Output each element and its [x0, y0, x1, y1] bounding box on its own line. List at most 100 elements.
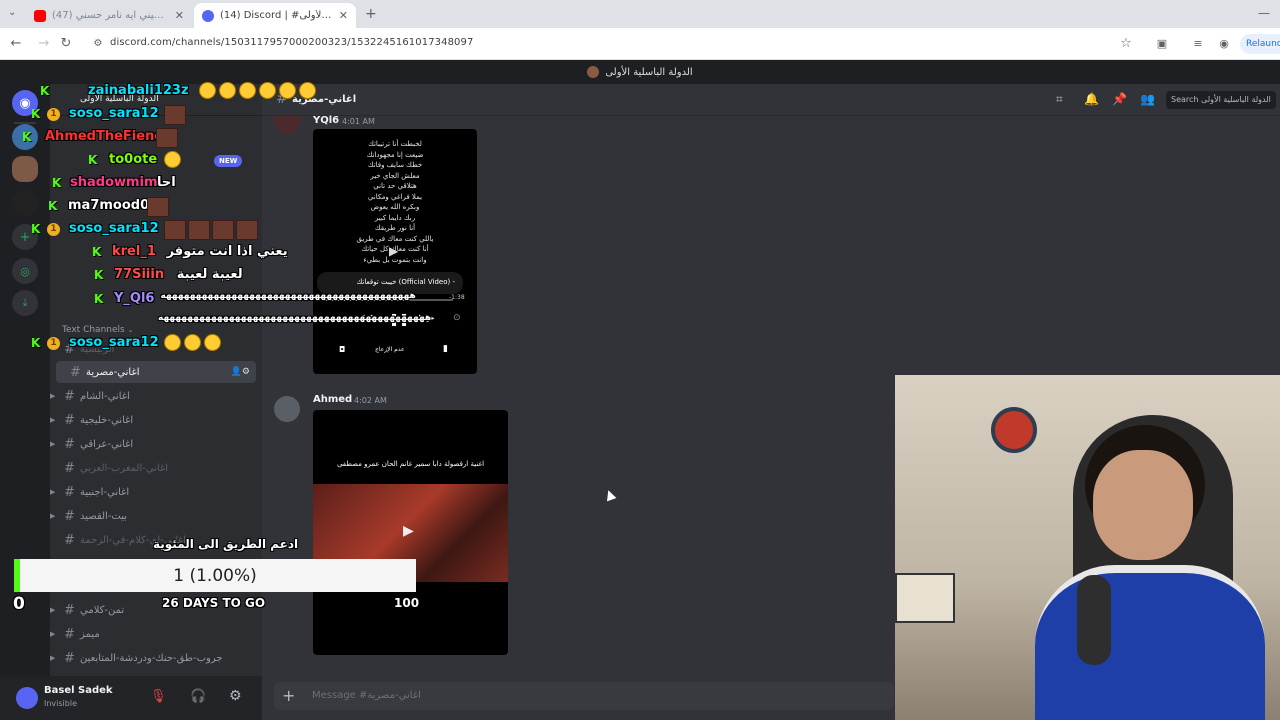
server-icon[interactable] [12, 190, 38, 216]
hash-icon: # [64, 436, 75, 452]
avatar[interactable] [274, 116, 300, 134]
avatar[interactable] [16, 687, 38, 709]
settings-gear-icon[interactable]: ⚙ [229, 688, 242, 704]
video-attachment[interactable]: لخبطت أنا ترتيباتك ضيعت إنا مجهوداتك خطك س… [313, 129, 477, 374]
chevron-right-icon: ▶ [50, 606, 56, 614]
goal-value: 1 (1.00%) [173, 566, 257, 586]
person-face [1093, 450, 1193, 560]
discover-icon[interactable]: ◎ [12, 258, 38, 284]
kick-badge-icon: K [94, 268, 104, 282]
channel-label: اغاني-الشام [80, 390, 130, 402]
bell-icon[interactable]: 🔔 [1084, 92, 1099, 106]
keyboard-piano [895, 573, 955, 623]
search-input[interactable]: Search الدولة الباسلية الأولى [1166, 91, 1276, 109]
server-avatar [587, 66, 600, 78]
goal-start: 0 [13, 594, 25, 614]
kick-badge-icon: K [92, 245, 102, 259]
hash-icon: # [64, 532, 75, 548]
channel-settings-icon[interactable]: 👤⚙ [231, 367, 250, 377]
chat-username: krel_1 [112, 244, 156, 259]
dnd-label: عدم الإزعاج [375, 346, 405, 353]
channel-item[interactable]: ▶ # بيت-القصيد [50, 505, 262, 527]
message-input[interactable]: + Message #اغاني-مصرية [274, 682, 894, 710]
tab-label: (14) Discord | #اغاني-مصرية | الدولة الب… [220, 10, 333, 21]
channel-item[interactable]: ▶ # ميمز [50, 623, 262, 645]
channel-item[interactable]: ▶ # اغاني-اجنبية [50, 481, 262, 503]
close-tab-icon[interactable]: ✕ [333, 9, 348, 22]
discord-titlebar: الدولة الباسلية الأولى [0, 60, 1280, 84]
cat-emote-icon [164, 220, 187, 240]
lyric-line: معلش الجاي خير [370, 171, 420, 180]
add-attachment-icon[interactable]: + [282, 686, 295, 705]
tab-label: (47) ناسيني ايه نامر حسني - YouTube [52, 10, 169, 21]
hash-icon: # [64, 626, 75, 642]
player-time: -1:38 [449, 294, 465, 301]
relaunch-button[interactable]: Relaunch [1240, 34, 1280, 54]
kick-badge-icon: K [52, 176, 62, 190]
chat-message: هههههههههههههههههههههههههههههههههههههههه… [158, 313, 432, 323]
cast-icon[interactable]: ⊙ [453, 313, 461, 323]
headphones-icon[interactable]: 🎧 [190, 689, 206, 704]
chevron-right-icon: ▶ [50, 654, 56, 662]
pin-icon[interactable]: 📌 [1112, 92, 1127, 106]
chat-message: يعني اذا انت متوفر [166, 244, 288, 259]
hash-icon: # [64, 460, 75, 476]
threads-icon[interactable]: ⌗ [1056, 92, 1063, 107]
browser-tab-discord[interactable]: (14) Discord | #اغاني-مصرية | الدولة الب… [194, 3, 356, 28]
message-author[interactable]: Ahmed [313, 394, 352, 405]
category-header[interactable]: Text Channels ⌄ [62, 325, 133, 335]
channel-item[interactable]: # اغاني-مصرية 👤⚙ [56, 361, 256, 383]
profile-icon[interactable]: ◉ [1216, 37, 1232, 50]
user-panel: Basel Sadek Invisible 🎙 🎧 ⚙ [0, 676, 262, 720]
channel-item[interactable]: ▶ # اغاني-عراقي [50, 433, 262, 455]
video-attachment[interactable]: اغنية ارقصولة دابا سمير غانم الحان عمرو … [313, 410, 508, 655]
face-emoji-icon [204, 334, 222, 351]
bookmark-star-icon[interactable]: ☆ [1118, 36, 1134, 51]
flashlight-icon[interactable]: ▮ [443, 344, 448, 354]
lyric-line: لخبطت أنا ترتيباتك [368, 140, 422, 148]
mute-mic-icon[interactable]: 🎙 [150, 689, 167, 704]
media-icon[interactable]: ≡ [1190, 37, 1206, 50]
play-icon[interactable]: ▶ [403, 523, 414, 539]
channel-item[interactable]: ▶ # اغاني-خليجية [50, 409, 262, 431]
new-tab-button[interactable]: + [365, 6, 377, 22]
channel-item[interactable]: ▶ # جروب-طق-حنك-ودردشة-المتابعين [50, 647, 262, 669]
days-to-go: 26 DAYS TO GO [162, 596, 266, 610]
message-author[interactable]: YQl6 [313, 115, 339, 126]
goal-progress-bar: 1 (1.00%) [14, 559, 416, 592]
webcam-overlay [895, 375, 1280, 720]
lyric-line: أنا نور طريقك [374, 224, 416, 232]
site-info-icon[interactable]: ⚙ [90, 38, 106, 49]
close-tab-icon[interactable]: ✕ [169, 9, 184, 22]
hash-icon: # [64, 388, 75, 404]
message-time: 4:02 AM [354, 396, 387, 405]
chevron-down-icon: ⌄ [127, 326, 134, 334]
message-placeholder: Message #اغاني-مصرية [312, 690, 421, 701]
browser-tab-youtube[interactable]: (47) ناسيني ايه نامر حسني - YouTube ✕ [26, 3, 192, 28]
chat-username: Y_Ql6 [114, 291, 155, 306]
download-icon[interactable]: ⤓ [12, 290, 38, 316]
wall-dartboard [991, 407, 1037, 453]
channel-item[interactable]: # اغاني-المغرب-العربي [50, 457, 262, 479]
extensions-icon[interactable]: ▣ [1154, 37, 1170, 50]
forward-icon[interactable]: → [36, 36, 52, 51]
address-bar: ← → ↻ ⚙ discord.com/channels/15031179570… [0, 28, 1280, 60]
back-icon[interactable]: ← [8, 36, 24, 51]
reload-icon[interactable]: ↻ [58, 36, 74, 51]
chat-area: # اغاني-مصرية ⌗ 🔔 📌 👥 Search الدولة البا… [262, 84, 1280, 720]
members-icon[interactable]: 👥 [1140, 92, 1155, 106]
tab-search-icon[interactable]: ⌄ [8, 7, 16, 18]
server-rail: ◉ + ◎ ⤓ [0, 84, 50, 720]
url-field[interactable]: discord.com/channels/1503117957000200323… [110, 37, 473, 48]
avatar[interactable] [274, 396, 300, 422]
channel-item[interactable]: ▶ # اغاني-الشام [50, 385, 262, 407]
hash-icon: # [64, 412, 75, 428]
camera-icon[interactable]: ◘ [339, 345, 345, 354]
chat-username: to0ote [109, 152, 158, 167]
chat-message: احا [157, 175, 176, 190]
sub-badge-icon: 1 [47, 337, 60, 350]
play-icon[interactable]: ▶ [389, 244, 398, 258]
user-status: Invisible [44, 699, 77, 708]
minimize-icon[interactable]: — [1258, 6, 1270, 20]
server-icon-active[interactable] [12, 156, 38, 182]
